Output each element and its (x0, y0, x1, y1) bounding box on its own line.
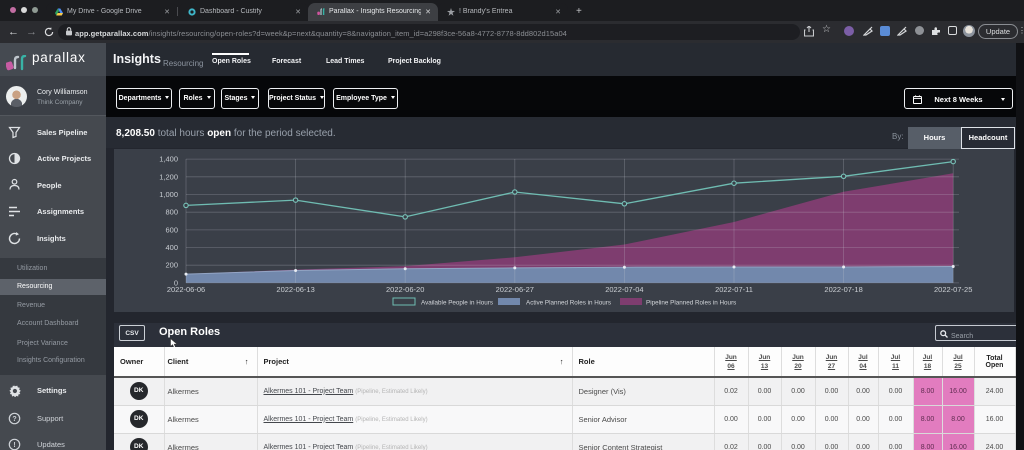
svg-text:!: ! (13, 442, 15, 449)
svg-text:2022-07-11: 2022-07-11 (715, 285, 753, 294)
svg-text:Active Planned Roles in Hours: Active Planned Roles in Hours (526, 300, 611, 307)
svg-text:400: 400 (165, 243, 178, 252)
svg-text:1,000: 1,000 (159, 190, 178, 199)
svg-text:2022-06-27: 2022-06-27 (496, 285, 534, 294)
svg-text:2022-06-13: 2022-06-13 (276, 285, 314, 294)
svg-text:2022-07-25: 2022-07-25 (934, 285, 972, 294)
svg-text:800: 800 (165, 208, 178, 217)
svg-text:2022-06-06: 2022-06-06 (167, 285, 205, 294)
svg-text:1,200: 1,200 (159, 172, 178, 181)
svg-text:2022-07-04: 2022-07-04 (605, 285, 643, 294)
svg-text:600: 600 (165, 225, 178, 234)
svg-text:1,400: 1,400 (159, 155, 178, 164)
svg-text:Pipeline Planned Roles in Hour: Pipeline Planned Roles in Hours (646, 300, 736, 307)
svg-text:?: ? (12, 416, 16, 423)
svg-text:Available People in Hours: Available People in Hours (421, 300, 493, 307)
svg-text:200: 200 (165, 261, 178, 270)
svg-text:2022-07-18: 2022-07-18 (824, 285, 862, 294)
svg-text:2022-06-20: 2022-06-20 (386, 285, 424, 294)
